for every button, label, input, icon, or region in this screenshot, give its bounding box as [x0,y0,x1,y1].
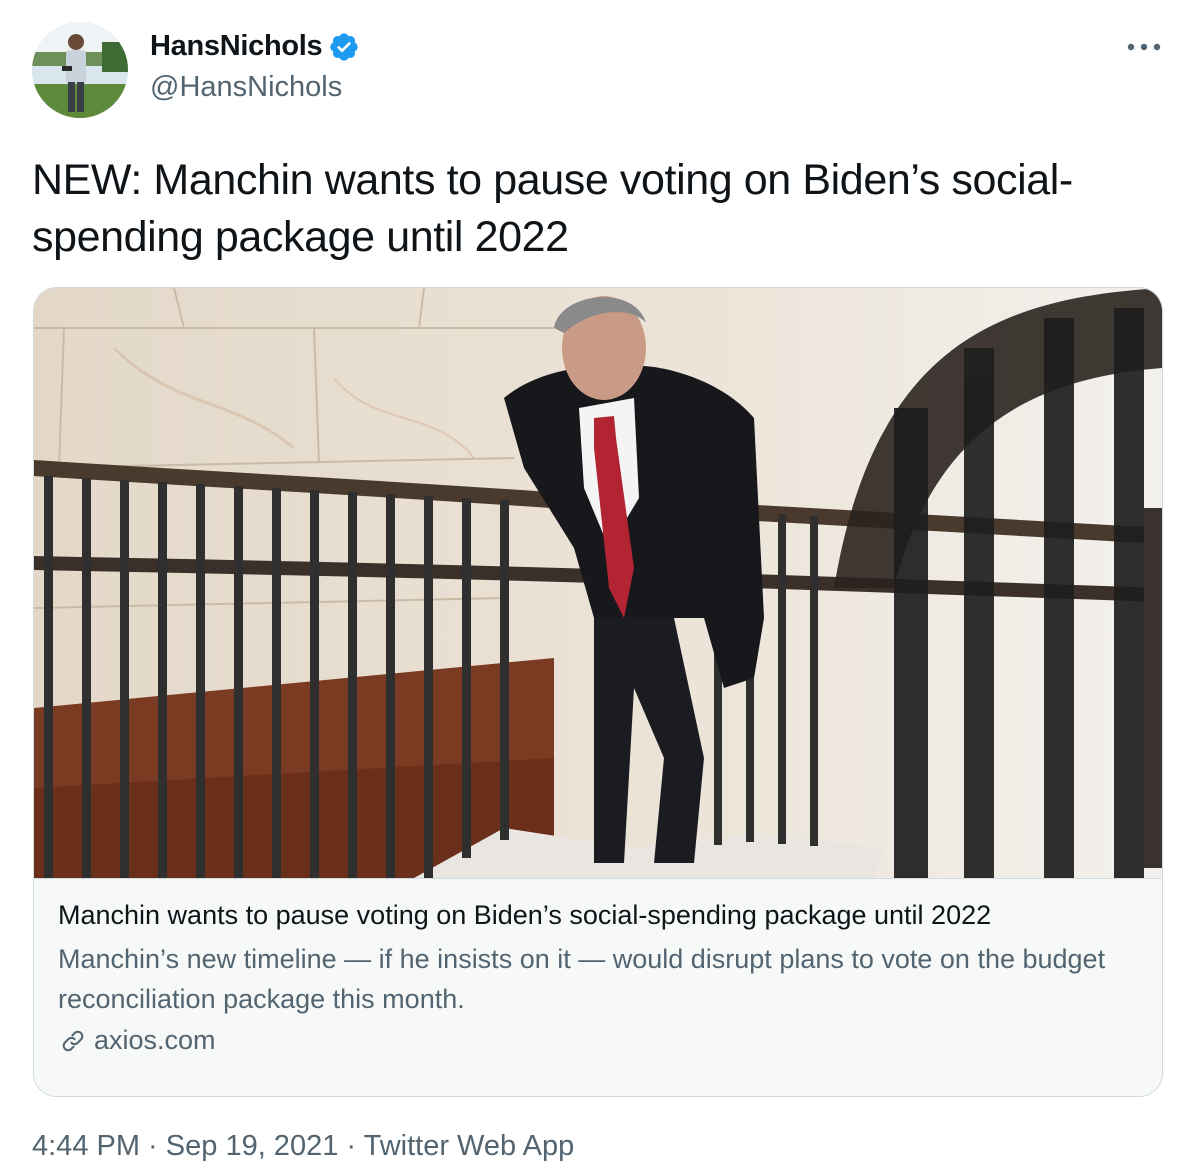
tweet-time[interactable]: 4:44 PM [32,1130,140,1162]
author-name-row[interactable]: HansNichols [150,30,360,63]
link-icon [62,1030,84,1051]
card-description: Manchin’s new timeline — if he insists o… [58,944,1106,1014]
card-domain[interactable]: axios.com [58,1025,216,1056]
card-body[interactable]: Manchin wants to pause voting on Biden’s… [34,878,1162,1096]
meta-separator: · [140,1130,166,1162]
card-title[interactable]: Manchin wants to pause voting on Biden’s… [58,897,991,933]
verified-badge-icon [328,31,360,63]
meta-separator: · [338,1130,364,1162]
avatar-image [32,22,128,118]
tweet-date[interactable]: Sep 19, 2021 [166,1130,339,1162]
card-domain-text[interactable]: axios.com [94,1025,216,1056]
author-display-name[interactable]: HansNichols [150,30,323,63]
avatar[interactable] [32,22,128,118]
card-photo [34,288,1162,878]
more-dots-icon [1127,43,1161,51]
more-options-button[interactable] [1124,30,1164,64]
author-handle[interactable]: @HansNichols [150,71,342,104]
tweet-meta: 4:44 PM · Sep 19, 2021 · Twitter Web App [32,1130,574,1163]
tweet-source: Twitter Web App [363,1130,575,1162]
tweet-text: NEW: Manchin wants to pause voting on Bi… [32,156,1073,261]
card-image[interactable] [34,288,1162,878]
link-card[interactable]: Manchin wants to pause voting on Biden’s… [33,287,1163,1097]
